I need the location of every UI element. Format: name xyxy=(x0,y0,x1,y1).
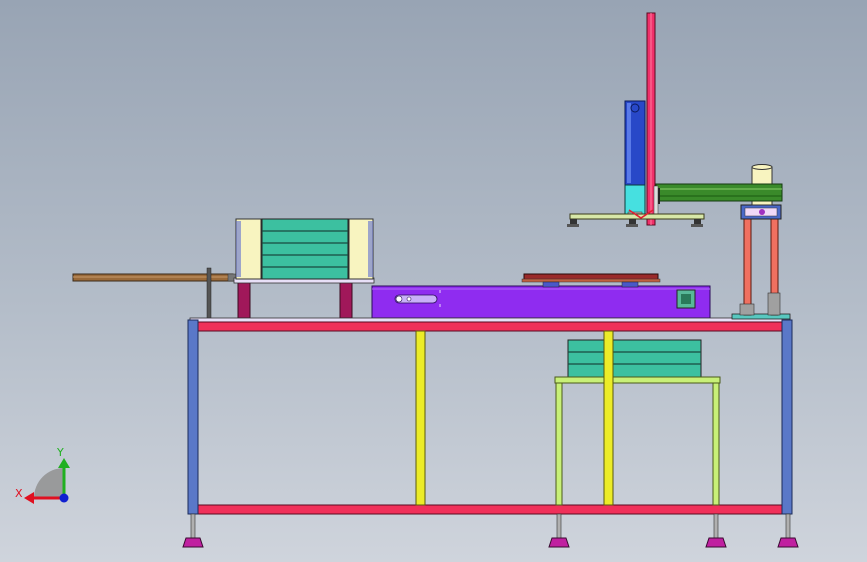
z-axis-dot-icon xyxy=(59,493,69,503)
z-axis-actuator xyxy=(624,100,646,219)
leveling-foot xyxy=(548,513,570,548)
frame-top-rail xyxy=(195,321,785,332)
actuator-carriage xyxy=(624,184,646,216)
cad-viewport[interactable]: Y X xyxy=(0,0,867,562)
leveling-feet xyxy=(182,513,799,548)
support-leg xyxy=(743,218,752,316)
rod-support-post xyxy=(206,267,212,321)
feed-rod xyxy=(72,267,237,321)
x-axis-beam xyxy=(655,183,783,204)
vertical-mast xyxy=(646,12,659,226)
machine-side-view: Y X xyxy=(15,12,799,548)
conveyor-support-right xyxy=(339,281,353,319)
triad-plane-icon xyxy=(34,468,64,498)
triad-x-label: X xyxy=(15,487,23,500)
lower-shelf-stand xyxy=(554,330,721,506)
inner-post-left xyxy=(415,330,426,506)
roller-conveyor xyxy=(233,218,375,319)
leveling-foot xyxy=(705,513,727,548)
frame-leg-right xyxy=(781,319,793,515)
triad-y-label: Y xyxy=(56,446,64,459)
tray xyxy=(521,273,661,288)
work-platform xyxy=(371,285,711,319)
frame-bottom-rail xyxy=(195,504,785,515)
leveling-foot xyxy=(182,513,204,548)
conveyor-support-left xyxy=(237,281,251,319)
lower-roller-block xyxy=(567,339,702,379)
frame-leg-left xyxy=(187,319,199,515)
leveling-foot xyxy=(777,513,799,548)
coordinate-triad: Y X xyxy=(15,446,70,504)
